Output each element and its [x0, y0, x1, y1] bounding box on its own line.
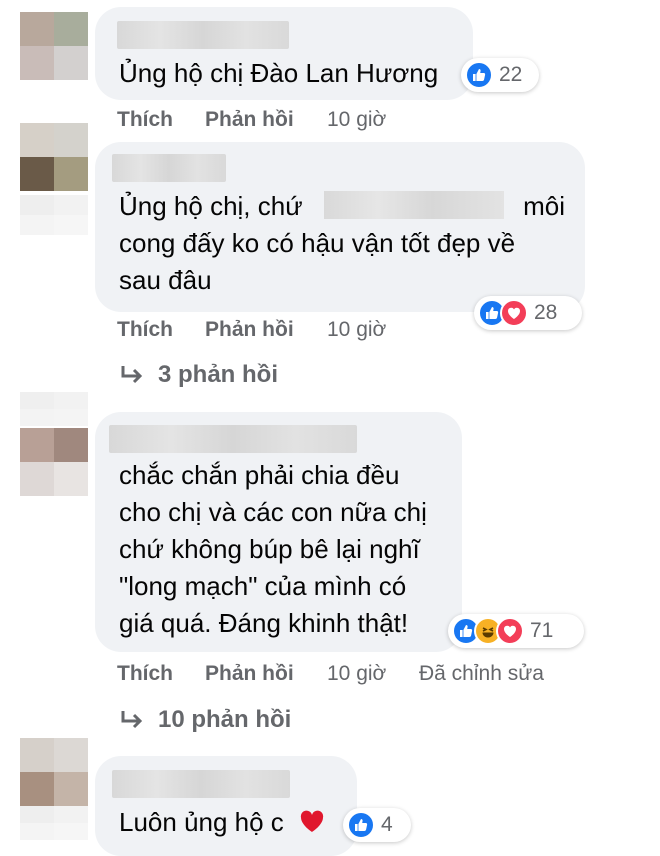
comment-bubble: Ủng hộ chị Đào Lan Hương: [95, 7, 473, 100]
avatar-blurred-lower: [20, 806, 88, 840]
comment-text-line-1: chắc chắn phải chia đều: [119, 460, 400, 490]
comment-text-suffix: môi: [523, 191, 565, 221]
view-replies-link[interactable]: 10 phản hồi: [120, 706, 291, 734]
reaction-summary[interactable]: 4: [343, 808, 411, 842]
comment-actions: Thích Phản hồi 10 giờ: [117, 318, 419, 342]
author-name-blurred[interactable]: [109, 425, 357, 453]
replies-count-label[interactable]: 3 phản hồi: [158, 361, 278, 389]
reply-action[interactable]: Phản hồi: [205, 108, 327, 132]
edited-label: Đã chỉnh sửa: [419, 662, 544, 685]
avatar-blurred-top: [20, 392, 88, 426]
comment-text-prefix: Ủng hộ chị, chứ: [119, 191, 303, 221]
reply-action[interactable]: Phản hồi: [205, 318, 327, 342]
comment-bubble: Luôn ủng hộ c: [95, 756, 357, 856]
avatar-blurred-lower: [20, 195, 88, 235]
reaction-count: 28: [534, 301, 558, 324]
avatar-blurred[interactable]: [20, 428, 88, 496]
author-name-blurred[interactable]: [112, 154, 226, 182]
like-action[interactable]: Thích: [117, 318, 205, 342]
comment-text-content: Luôn ủng hộ c: [119, 807, 284, 837]
avatar-blurred[interactable]: [20, 12, 88, 80]
like-action[interactable]: Thích: [117, 662, 205, 686]
replies-count-label[interactable]: 10 phản hồi: [158, 706, 291, 734]
reaction-summary[interactable]: 28: [474, 296, 582, 330]
comment-text-line-2: cong đấy ko có hậu vận tốt đẹp về: [119, 228, 516, 258]
blurred-name-inline: [323, 191, 504, 219]
comment-text-line-4: "long mạch" của mình có: [119, 571, 407, 601]
reaction-count: 4: [381, 813, 393, 836]
love-icon: [496, 617, 524, 645]
comment-text-line-2: cho chị và các con nữa chị: [119, 497, 427, 527]
like-action[interactable]: Thích: [117, 108, 205, 132]
reaction-count: 22: [499, 63, 523, 86]
love-icon: [500, 299, 528, 327]
author-name-blurred[interactable]: [112, 770, 290, 798]
comment-text-line-5: giá quá. Đáng khinh thật!: [119, 608, 409, 638]
heart-emoji-icon: [300, 810, 324, 832]
comment-actions: Thích Phản hồi 10 giờ Đã chỉnh sửa: [117, 662, 544, 686]
reaction-count: 71: [530, 619, 554, 642]
avatar-blurred[interactable]: [20, 738, 88, 806]
timestamp[interactable]: 10 giờ: [327, 662, 419, 686]
comment-text-line-3: sau đâu: [119, 265, 212, 295]
avatar-blurred[interactable]: [20, 123, 88, 191]
comment-text: Ủng hộ chị Đào Lan Hương: [119, 58, 439, 88]
timestamp[interactable]: 10 giờ: [327, 108, 419, 132]
comment-text-line-1: Ủng hộ chị, chứ môi: [119, 188, 565, 225]
comment-text: Luôn ủng hộ c: [119, 804, 325, 841]
author-name-blurred[interactable]: [117, 21, 289, 49]
reaction-summary[interactable]: 71: [448, 614, 584, 648]
comment-actions: Thích Phản hồi 10 giờ: [117, 108, 419, 132]
timestamp[interactable]: 10 giờ: [327, 318, 419, 342]
reply-action[interactable]: Phản hồi: [205, 662, 327, 686]
view-replies-link[interactable]: 3 phản hồi: [120, 361, 278, 389]
reply-arrow-icon: [121, 366, 143, 384]
like-icon: [347, 811, 375, 839]
comment-bubble: Ủng hộ chị, chứ môi cong đấy ko có hậu v…: [95, 142, 585, 312]
comment-bubble: chắc chắn phải chia đều cho chị và các c…: [95, 412, 462, 652]
comment-text-line-3: chứ không búp bê lại nghĩ: [119, 534, 420, 564]
reaction-summary[interactable]: 22: [461, 58, 539, 92]
reply-arrow-icon: [121, 711, 143, 729]
like-icon: [465, 61, 493, 89]
